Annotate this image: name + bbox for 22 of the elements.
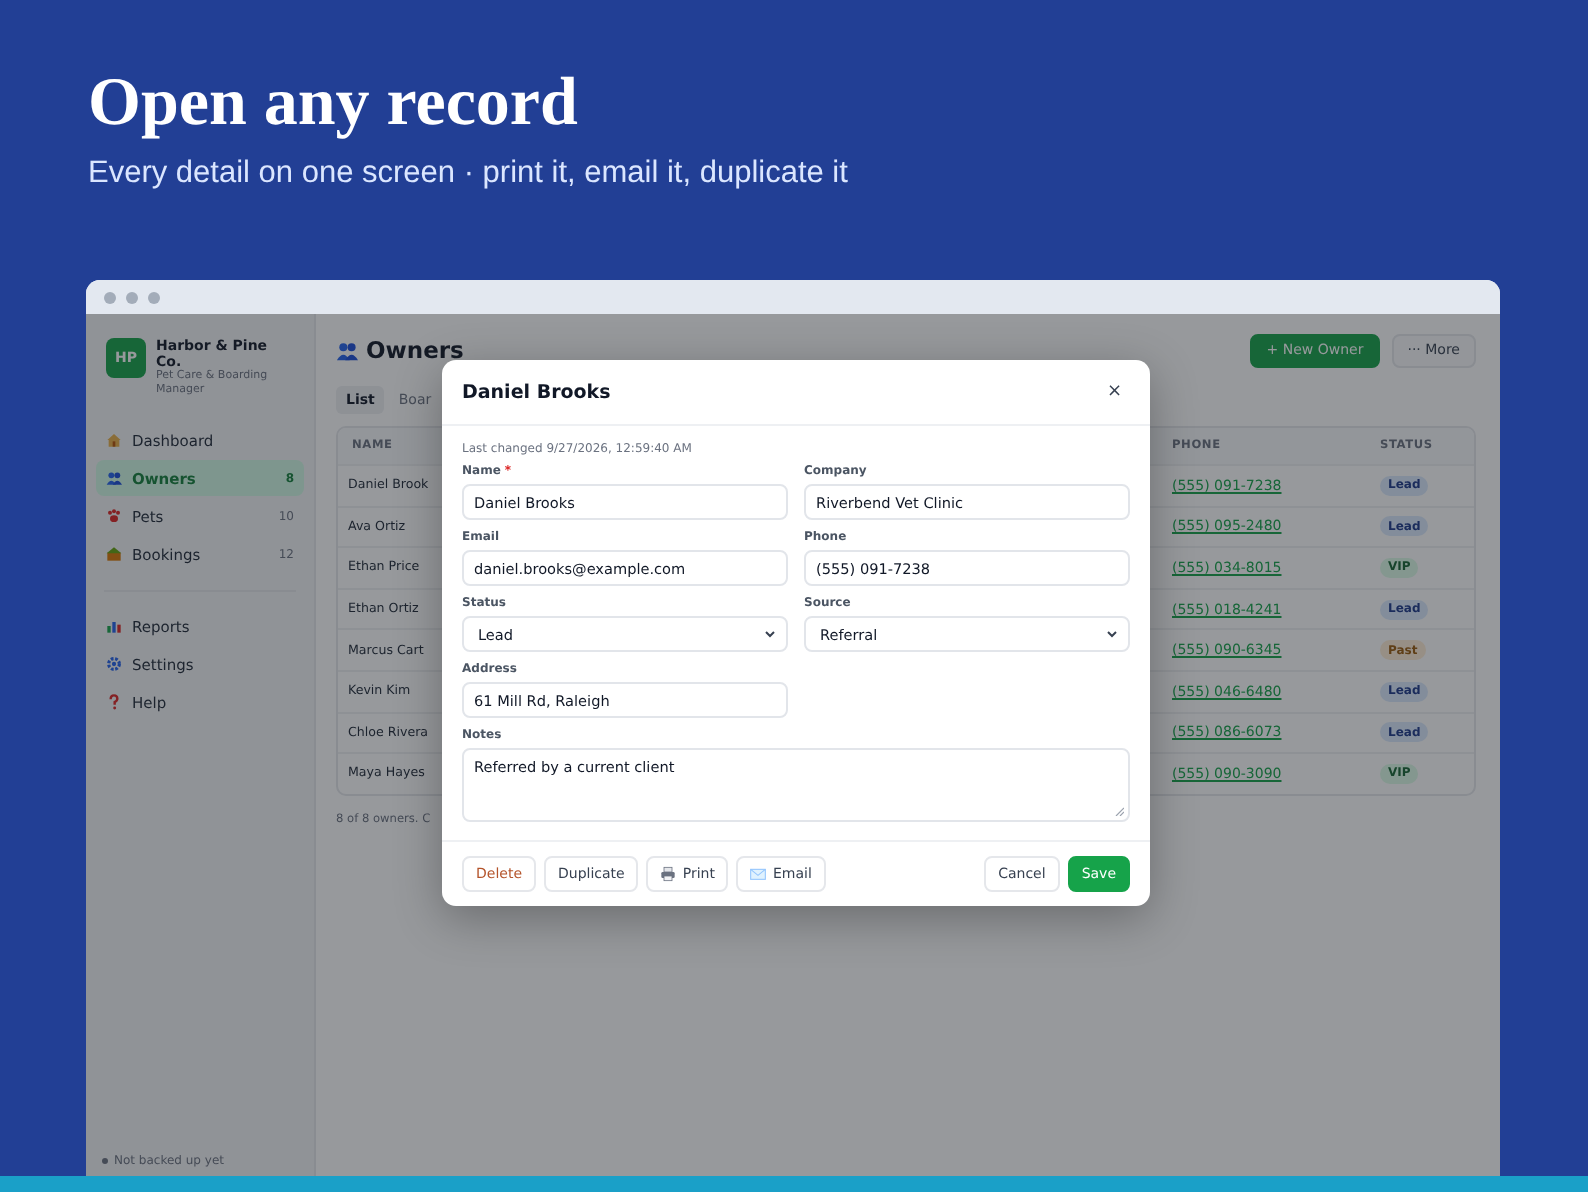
question-icon xyxy=(106,694,122,711)
settings-icon xyxy=(106,656,122,673)
headline: Open any record xyxy=(88,64,580,144)
house-icon xyxy=(106,432,122,449)
building-icon xyxy=(106,546,122,563)
chevron-icon xyxy=(764,628,776,640)
paw-icon xyxy=(106,508,122,525)
window-dot xyxy=(148,291,160,303)
people-icon xyxy=(336,339,358,361)
people-icon xyxy=(106,470,122,487)
close-button[interactable]: × xyxy=(1098,382,1130,402)
page-title: Owners xyxy=(366,336,464,364)
window-dot xyxy=(104,291,116,303)
status-dot xyxy=(102,1158,108,1164)
envelope-icon xyxy=(750,866,767,882)
bar-chart-icon xyxy=(106,618,122,635)
subheadline: Every detail on one screen · print it, email it, duplicate it xyxy=(88,156,850,192)
chevron-icon xyxy=(1106,628,1118,640)
resize-handle-icon xyxy=(1114,806,1124,816)
window-dot xyxy=(126,291,138,303)
printer-icon xyxy=(660,866,677,882)
dialog-title: Daniel Brooks xyxy=(462,381,611,403)
